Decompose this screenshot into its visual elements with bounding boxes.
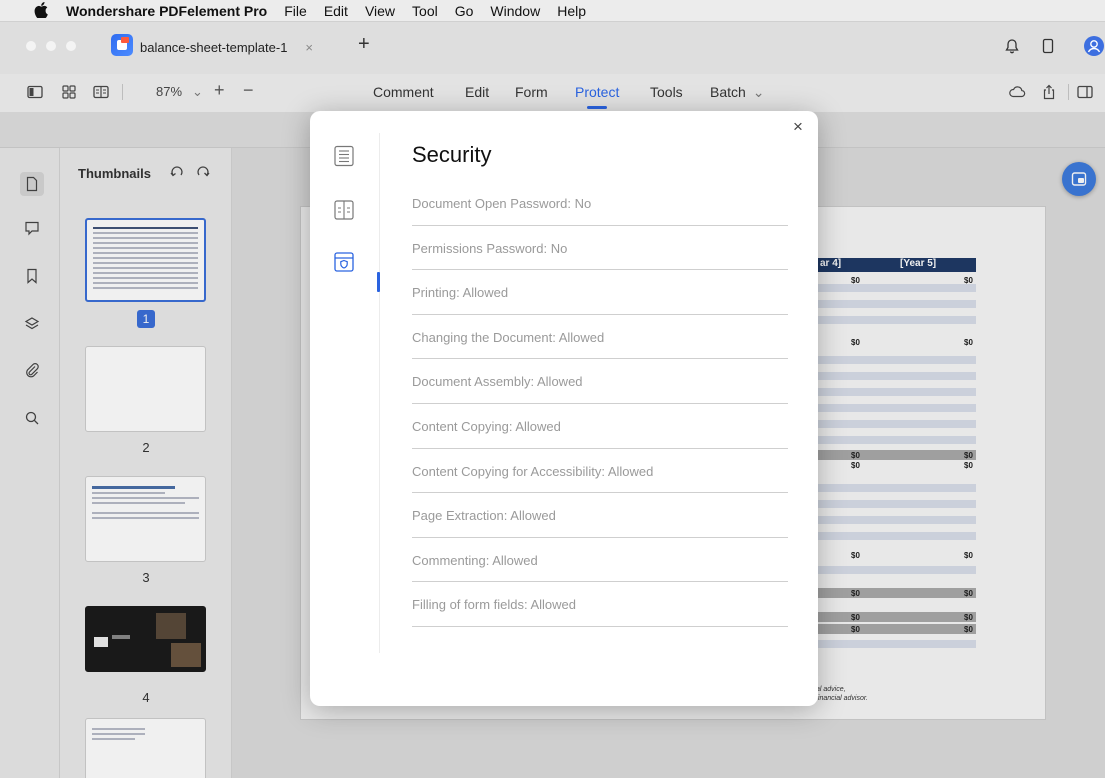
menu-window[interactable]: Window xyxy=(490,3,540,19)
device-icon[interactable] xyxy=(1040,38,1056,54)
chevron-down-icon: ⌄ xyxy=(192,84,203,99)
document-tab[interactable]: balance-sheet-template-1 × xyxy=(140,36,313,58)
window-close-button[interactable] xyxy=(26,41,36,51)
window-minimize-button[interactable] xyxy=(46,41,56,51)
right-panel-icon[interactable] xyxy=(1076,83,1094,101)
zoom-select[interactable]: 87% ⌄ xyxy=(156,84,203,100)
description-icon[interactable] xyxy=(332,145,356,167)
tab-batch[interactable]: Batch ⌄ xyxy=(710,84,764,101)
grid-view-icon[interactable] xyxy=(60,83,78,101)
user-avatar-icon[interactable] xyxy=(1084,36,1104,56)
document-tab-label: balance-sheet-template-1 xyxy=(140,39,288,55)
tab-edit[interactable]: Edit xyxy=(465,84,489,100)
tab-form[interactable]: Form xyxy=(515,84,548,100)
apple-icon[interactable] xyxy=(34,2,48,18)
close-icon[interactable]: × xyxy=(790,118,806,135)
menu-edit[interactable]: Edit xyxy=(324,3,348,19)
initial-view-icon[interactable] xyxy=(332,199,356,221)
security-list: Document Open Password: No Permissions P… xyxy=(412,181,788,627)
share-icon[interactable] xyxy=(1040,83,1058,101)
security-item-page-extraction: Page Extraction: Allowed xyxy=(412,493,788,538)
security-dialog: × Security Document Open Password: No Pe… xyxy=(310,111,818,706)
tab-comment[interactable]: Comment xyxy=(373,84,434,100)
menu-tool[interactable]: Tool xyxy=(412,3,438,19)
toolbar-divider xyxy=(122,84,123,100)
security-item-copying: Content Copying: Allowed xyxy=(412,404,788,449)
tab-protect[interactable]: Protect xyxy=(575,84,619,109)
chevron-down-icon: ⌄ xyxy=(752,84,765,100)
security-item-changing: Changing the Document: Allowed xyxy=(412,315,788,360)
security-item-assembly: Document Assembly: Allowed xyxy=(412,359,788,404)
menu-app-name[interactable]: Wondershare PDFelement Pro xyxy=(66,3,267,19)
security-item-printing: Printing: Allowed xyxy=(412,270,788,315)
pdfelement-logo-icon xyxy=(111,34,133,56)
dialog-sidebar xyxy=(310,133,380,653)
cloud-icon[interactable] xyxy=(1008,83,1026,101)
zoom-value: 87% xyxy=(156,84,183,99)
menu-help[interactable]: Help xyxy=(557,3,586,19)
tab-bar: balance-sheet-template-1 × + xyxy=(0,22,1105,74)
tab-close-icon[interactable]: × xyxy=(305,40,313,55)
security-item-form-filling: Filling of form fields: Allowed xyxy=(412,582,788,627)
security-item-permissions-password: Permissions Password: No xyxy=(412,226,788,271)
sidebar-toggle-icon[interactable] xyxy=(26,83,44,101)
menu-file[interactable]: File xyxy=(284,3,307,19)
security-item-open-password: Document Open Password: No xyxy=(412,181,788,226)
window-zoom-button[interactable] xyxy=(66,41,76,51)
active-indicator xyxy=(377,272,380,292)
toolbar-divider xyxy=(1068,84,1069,100)
menu-view[interactable]: View xyxy=(365,3,395,19)
tab-batch-label: Batch xyxy=(710,84,746,100)
main-toolbar: 87% ⌄ + − Comment Edit Form Protect Tools… xyxy=(0,74,1105,112)
bell-icon[interactable] xyxy=(1004,38,1020,54)
page-layout-icon[interactable] xyxy=(92,83,110,101)
zoom-out-button[interactable]: − xyxy=(243,80,254,101)
security-item-copying-accessibility: Content Copying for Accessibility: Allow… xyxy=(412,449,788,494)
security-shield-icon[interactable] xyxy=(332,251,356,273)
security-item-commenting: Commenting: Allowed xyxy=(412,538,788,583)
menu-bar: Wondershare PDFelement Pro File Edit Vie… xyxy=(0,0,1105,22)
dialog-title: Security xyxy=(412,142,492,167)
new-tab-button[interactable]: + xyxy=(358,33,370,56)
menu-go[interactable]: Go xyxy=(455,3,474,19)
tab-tools[interactable]: Tools xyxy=(650,84,683,100)
zoom-in-button[interactable]: + xyxy=(214,80,225,101)
